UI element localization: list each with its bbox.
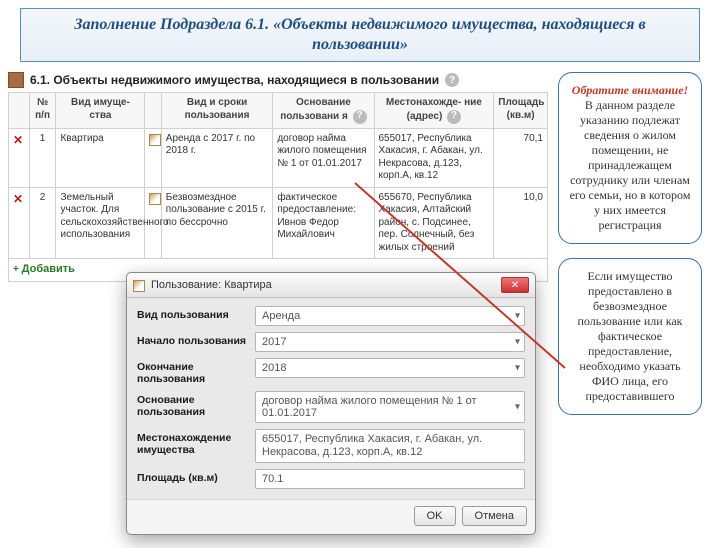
col-area: Площадь (кв.м): [494, 93, 548, 129]
attention-title: Обратите внимание!: [569, 83, 691, 98]
help-icon[interactable]: ?: [353, 110, 367, 124]
chevron-down-icon: ▾: [515, 402, 520, 413]
ok-button[interactable]: OK: [414, 506, 456, 526]
col-type: Вид имуще- ства: [56, 93, 145, 129]
usage-start-select[interactable]: 2017 ▾: [255, 332, 525, 352]
section-header: 6.1. Объекты недвижимого имущества, нахо…: [8, 72, 548, 88]
usage-address-field[interactable]: 655017, Республика Хакасия, г. Абакан, у…: [255, 429, 525, 463]
usage-end-select[interactable]: 2018 ▾: [255, 358, 525, 378]
chevron-down-icon: ▾: [515, 363, 520, 374]
chevron-down-icon: ▾: [515, 337, 520, 348]
delete-row-button[interactable]: ✕: [13, 133, 23, 147]
page-title: Заполнение Подраздела 6.1. «Объекты недв…: [20, 8, 700, 62]
col-term: Вид и сроки пользования: [161, 93, 273, 129]
label-basis: Основание пользования: [137, 391, 255, 418]
usage-dialog: Пользование: Квартира ✕ Вид пользования …: [126, 272, 536, 535]
cell-area: 70,1: [494, 128, 548, 187]
secondary-note-body: Если имущество предоставлено в безвозмез…: [569, 269, 691, 404]
col-num: № п/п: [29, 93, 56, 129]
col-addr: Местонахожде- ние (адрес) ?: [374, 93, 494, 129]
section-title: 6.1. Объекты недвижимого имущества, нахо…: [30, 73, 439, 87]
cell-basis: фактическое предоставление: Ивнов Федор …: [273, 187, 374, 259]
cell-term: Аренда с 2017 г. по 2018 г.: [161, 128, 273, 187]
dialog-title: Пользование: Квартира: [151, 279, 272, 291]
table-row: ✕ 1 Квартира Аренда с 2017 г. по 2018 г.…: [9, 128, 548, 187]
help-icon[interactable]: ?: [445, 73, 459, 87]
col-basis: Основание пользовани я ?: [273, 93, 374, 129]
label-start: Начало пользования: [137, 332, 255, 348]
cell-type: Земельный участок. Для сельскохозяйствен…: [56, 187, 145, 259]
attention-body: В данном разделе указанию подлежат сведе…: [569, 98, 691, 233]
dialog-titlebar[interactable]: Пользование: Квартира ✕: [127, 273, 535, 298]
col-edit: [145, 93, 162, 129]
col-delete: [9, 93, 30, 129]
cell-num: 2: [29, 187, 56, 259]
cell-term: Безвозмездное пользование с 2015 г. по б…: [161, 187, 273, 259]
table-row: ✕ 2 Земельный участок. Для сельскохозяйс…: [9, 187, 548, 259]
pencil-icon: [133, 280, 145, 292]
label-addr: Местонахождение имущества: [137, 429, 255, 456]
secondary-note: Если имущество предоставлено в безвозмез…: [558, 258, 702, 415]
usage-area-field[interactable]: 70.1: [255, 469, 525, 489]
help-icon[interactable]: ?: [447, 110, 461, 124]
cell-num: 1: [29, 128, 56, 187]
cell-addr: 655017, Республика Хакасия, г. Абакан, у…: [374, 128, 494, 187]
cell-basis: договор найма жилого помещения № 1 от 01…: [273, 128, 374, 187]
add-link[interactable]: Добавить: [22, 263, 75, 275]
plus-icon: +: [13, 264, 19, 275]
delete-row-button[interactable]: ✕: [13, 192, 23, 206]
label-kind: Вид пользования: [137, 306, 255, 322]
cancel-button[interactable]: Отмена: [462, 506, 527, 526]
usage-kind-select[interactable]: Аренда ▾: [255, 306, 525, 326]
chevron-down-icon: ▾: [515, 311, 520, 322]
label-end: Окончание пользования: [137, 358, 255, 385]
close-icon[interactable]: ✕: [501, 277, 529, 293]
edit-icon[interactable]: [149, 134, 161, 146]
cell-area: 10,0: [494, 187, 548, 259]
usage-basis-select[interactable]: договор найма жилого помещения № 1 от 01…: [255, 391, 525, 423]
cell-type: Квартира: [56, 128, 145, 187]
attention-note: Обратите внимание! В данном разделе указ…: [558, 72, 702, 244]
building-icon: [8, 72, 24, 88]
cell-addr: 655670, Республика Хакасия, Алтайский ра…: [374, 187, 494, 259]
label-area: Площадь (кв.м): [137, 469, 255, 485]
edit-icon[interactable]: [149, 193, 161, 205]
usage-table: № п/п Вид имуще- ства Вид и сроки пользо…: [8, 92, 548, 282]
